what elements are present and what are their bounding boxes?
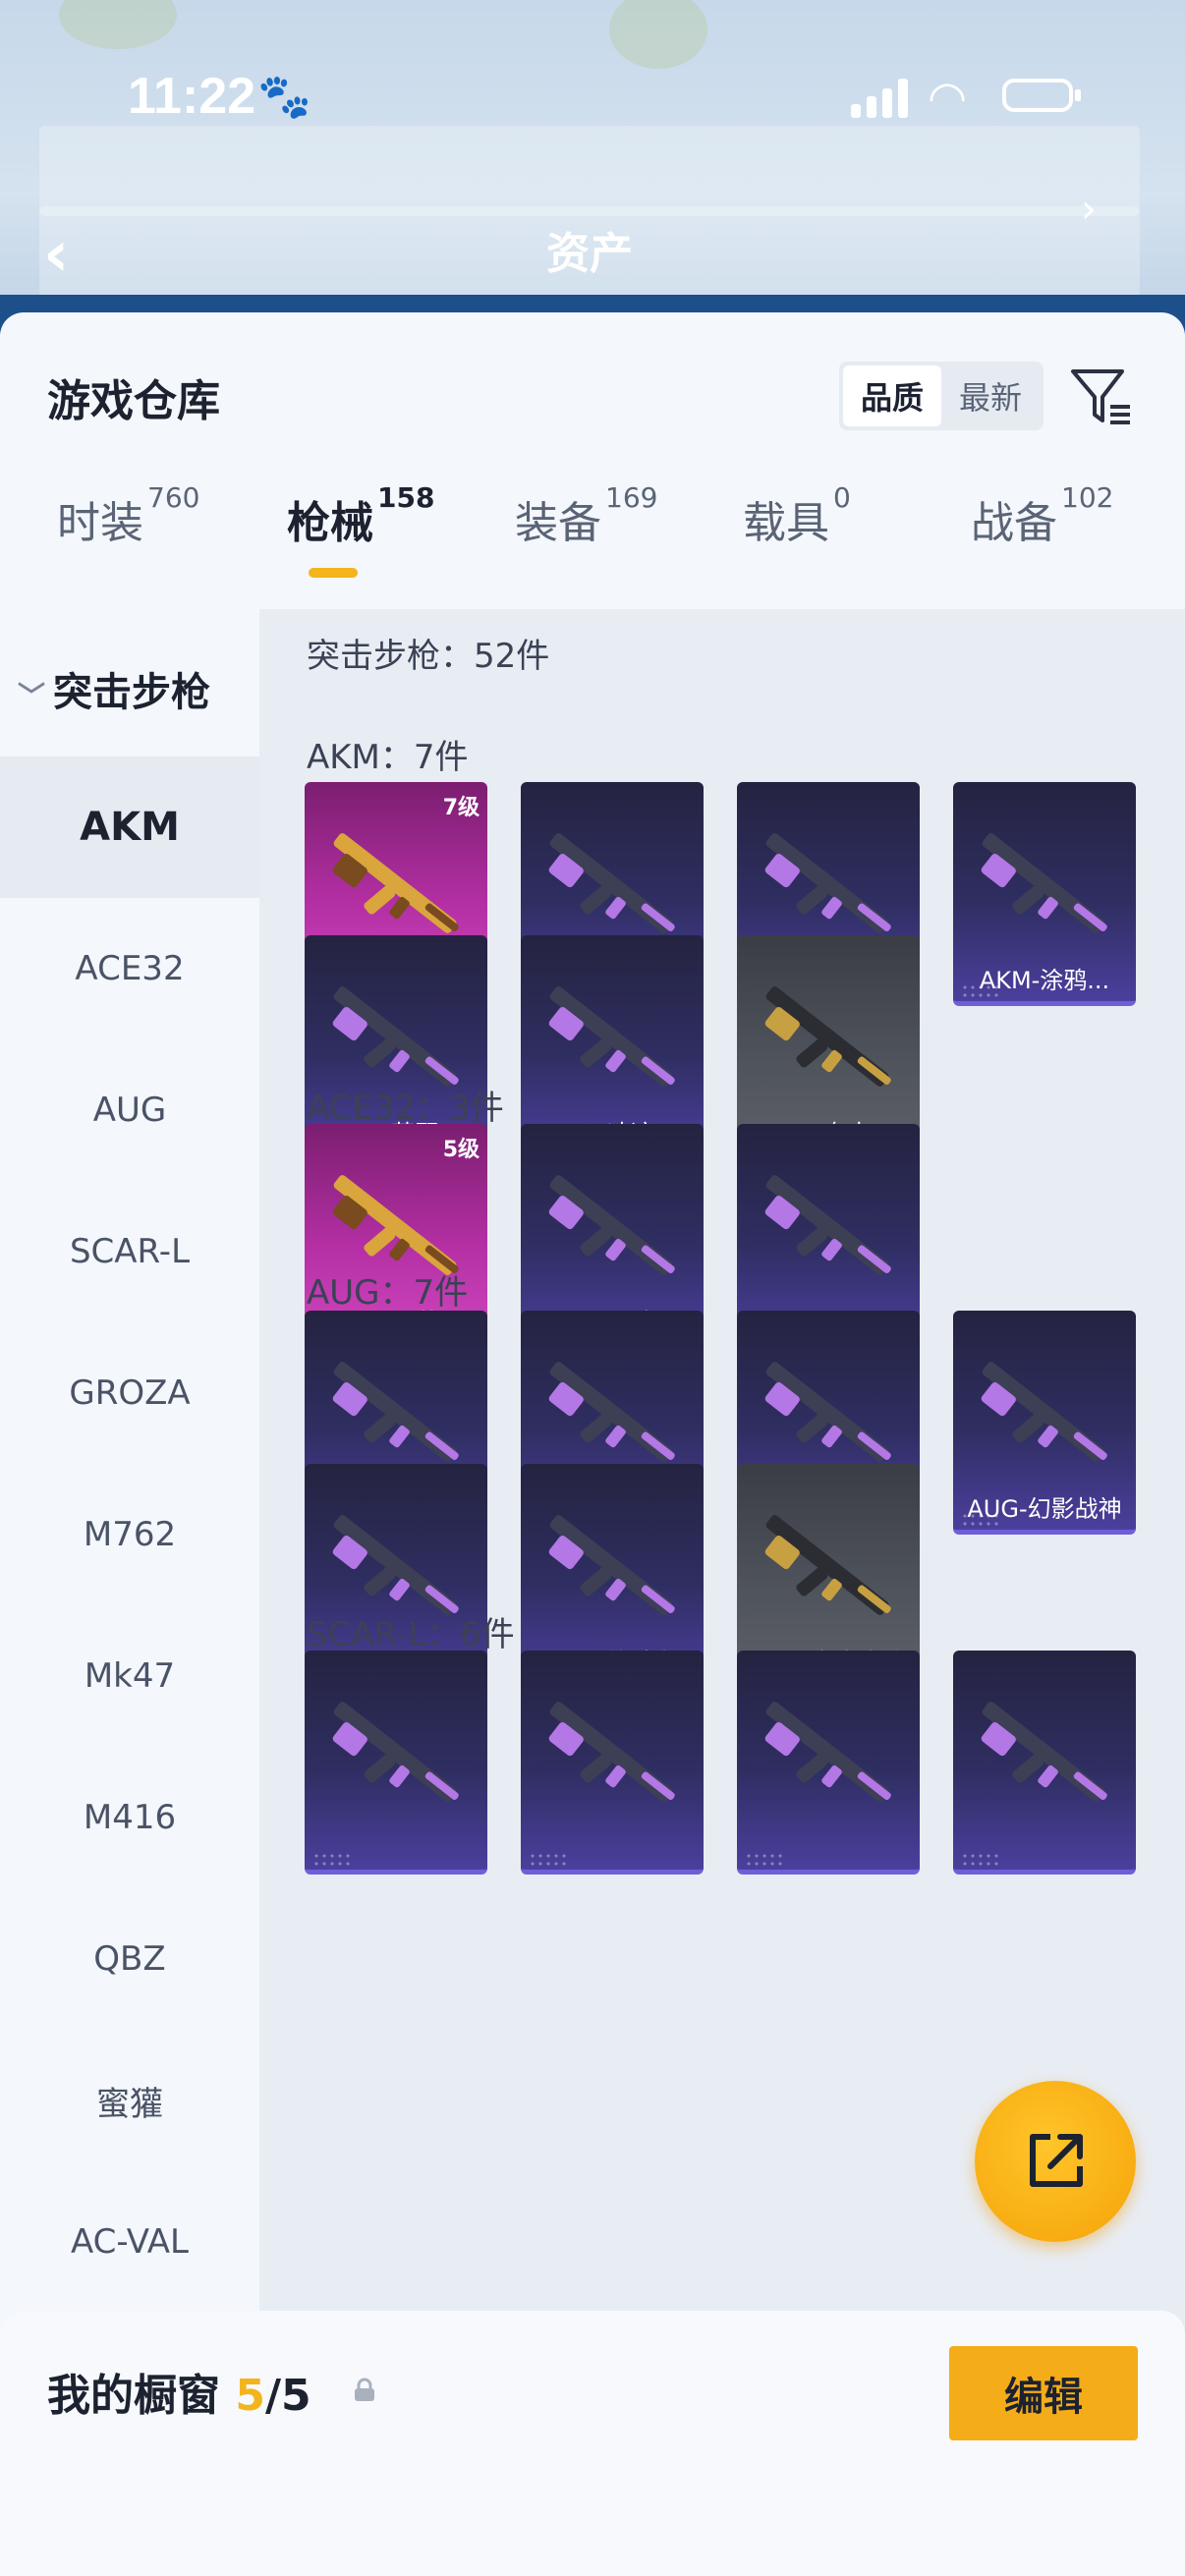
chevron-down-icon: ﹀ xyxy=(18,680,46,712)
weapon-skin-image xyxy=(981,833,1107,933)
tab-count: 760 xyxy=(147,481,200,514)
showcase-total: 5 xyxy=(281,2371,311,2421)
sidebar-item-qbz[interactable]: QBZ xyxy=(0,1888,259,2030)
card-pattern xyxy=(745,1852,784,1866)
status-time: 11:22 xyxy=(128,68,256,125)
weapon-skin-image xyxy=(332,986,459,1087)
weapon-skin-image xyxy=(548,986,675,1087)
group-title: SCAR-L：6件 xyxy=(307,1615,515,1654)
weapon-type-sidebar: ﹀ 突击步枪 AKM ACE32 AUG SCAR-L GROZA M762 Mk47 M416… xyxy=(0,609,259,2338)
sort-toggle: 品质 最新 xyxy=(839,362,1044,430)
tab-supplies[interactable]: 战备102 xyxy=(971,481,1113,586)
sort-option-quality[interactable]: 品质 xyxy=(843,365,941,426)
weapon-skin-image xyxy=(332,1362,459,1462)
weapon-skin-image xyxy=(764,1175,891,1275)
sidebar-item-m416[interactable]: M416 xyxy=(0,1747,259,1888)
group-title: AKM：7件 xyxy=(307,738,469,777)
weapon-card[interactable] xyxy=(521,1651,704,1875)
weapon-skin-image xyxy=(981,1702,1107,1802)
tab-count: 102 xyxy=(1061,481,1114,514)
weapon-skin-image xyxy=(548,1702,675,1802)
level-badge: 5级 xyxy=(442,1138,480,1162)
page-title: 资产 xyxy=(546,229,633,279)
blurred-emblem xyxy=(59,0,177,49)
tab-equipment[interactable]: 装备169 xyxy=(515,481,657,586)
sidebar-group-label: 突击步枪 xyxy=(53,670,211,715)
sidebar-item-ac-val[interactable]: AC-VAL xyxy=(0,2171,259,2313)
back-arrow-icon[interactable]: ‹ xyxy=(43,218,69,291)
edit-button[interactable]: 编辑 xyxy=(949,2346,1138,2440)
weapon-skin-image xyxy=(764,1515,891,1615)
tab-label: 装备 xyxy=(515,498,601,548)
showcase-separator: / xyxy=(264,2371,282,2421)
weapon-grid: 突击步枪：52件 AKM：7件7级AKM-甜心...AKM-星之...AKM-霓… xyxy=(259,609,1185,2338)
showcase-current: 5 xyxy=(235,2371,265,2421)
sidebar-item-aug[interactable]: AUG xyxy=(0,1039,259,1181)
weapon-skin-image xyxy=(548,1175,675,1275)
sidebar-item-蜜獾[interactable]: 蜜獾 xyxy=(0,2030,259,2171)
wifi-icon: ◠ xyxy=(928,71,968,124)
showcase-bar: 我的橱窗 5/5 编辑 xyxy=(0,2311,1185,2576)
tab-label: 战备 xyxy=(971,498,1057,548)
status-bar: 11:22 🐾 ◠ xyxy=(0,57,1185,136)
filter-icon[interactable] xyxy=(1069,364,1134,428)
chevron-right-icon: › xyxy=(1081,187,1097,232)
weapon-skin-image xyxy=(548,1362,675,1462)
sidebar-item-mk47[interactable]: Mk47 xyxy=(0,1605,259,1747)
summary-label: 突击步枪：52件 xyxy=(307,637,550,676)
tab-vehicles[interactable]: 载具0 xyxy=(743,481,851,586)
signal-icon xyxy=(851,75,910,118)
tab-count: 169 xyxy=(605,481,658,514)
paw-icon: 🐾 xyxy=(257,72,311,122)
weapon-skin-image xyxy=(332,1702,459,1802)
tab-active-indicator xyxy=(309,568,358,578)
weapon-card[interactable]: AKM-涂鸦... xyxy=(953,782,1136,1006)
tab-label: 载具 xyxy=(743,498,829,548)
sidebar-item-scar-l[interactable]: SCAR-L xyxy=(0,1181,259,1322)
weapon-skin-image xyxy=(764,1362,891,1462)
showcase-label: 我的橱窗 5/5 xyxy=(47,2360,311,2423)
tab-count: 158 xyxy=(377,481,435,514)
tab-label: 枪械 xyxy=(287,498,373,548)
sort-option-latest[interactable]: 最新 xyxy=(941,365,1040,426)
card-pattern xyxy=(312,1852,352,1866)
lock-icon xyxy=(355,2378,374,2401)
battery-icon xyxy=(1002,79,1081,112)
weapon-skin-image xyxy=(332,833,459,933)
sidebar-item-akm[interactable]: AKM xyxy=(0,756,259,898)
weapon-card[interactable] xyxy=(953,1651,1136,1875)
sheet-title: 游戏仓库 xyxy=(47,376,220,426)
warehouse-sheet: 游戏仓库 品质 最新 时装760 枪械158 装备169 载具0 战备102 ﹀… xyxy=(0,312,1185,2576)
weapon-skin-image xyxy=(332,1515,459,1615)
tab-firearms[interactable]: 枪械158 xyxy=(287,481,434,586)
group-title: AUG：7件 xyxy=(307,1273,469,1313)
weapon-skin-image xyxy=(548,833,675,933)
card-pattern xyxy=(961,1852,1000,1866)
sidebar-item-m762[interactable]: M762 xyxy=(0,1464,259,1605)
level-badge: 7级 xyxy=(442,796,480,820)
weapon-name: AUG-幻影战神 xyxy=(967,1495,1122,1523)
sidebar-item-ace32[interactable]: ACE32 xyxy=(0,898,259,1039)
weapon-skin-image xyxy=(981,1362,1107,1462)
share-button[interactable] xyxy=(975,2081,1136,2242)
tab-count: 0 xyxy=(833,481,851,514)
weapon-skin-image xyxy=(764,1702,891,1802)
showcase-title: 我的橱窗 xyxy=(47,2371,220,2421)
weapon-skin-image xyxy=(764,833,891,933)
category-tabs: 时装760 枪械158 装备169 载具0 战备102 xyxy=(0,481,1185,605)
blurred-stats-row xyxy=(39,126,1140,216)
weapon-skin-image xyxy=(764,986,891,1087)
weapon-card[interactable] xyxy=(737,1651,920,1875)
sidebar-item-groza[interactable]: GROZA xyxy=(0,1322,259,1464)
weapon-card[interactable]: AUG-幻影战神 xyxy=(953,1311,1136,1535)
weapon-name: AKM-涂鸦... xyxy=(979,967,1110,994)
tab-label: 时装 xyxy=(57,498,143,548)
share-external-icon xyxy=(1030,2134,1083,2187)
weapon-card[interactable] xyxy=(305,1651,487,1875)
weapon-skin-image xyxy=(548,1515,675,1615)
tab-fashion[interactable]: 时装760 xyxy=(57,481,199,586)
card-pattern xyxy=(529,1852,568,1866)
group-title: ACE32：3件 xyxy=(307,1089,504,1128)
sidebar-group-header[interactable]: ﹀ 突击步枪 xyxy=(18,660,210,717)
